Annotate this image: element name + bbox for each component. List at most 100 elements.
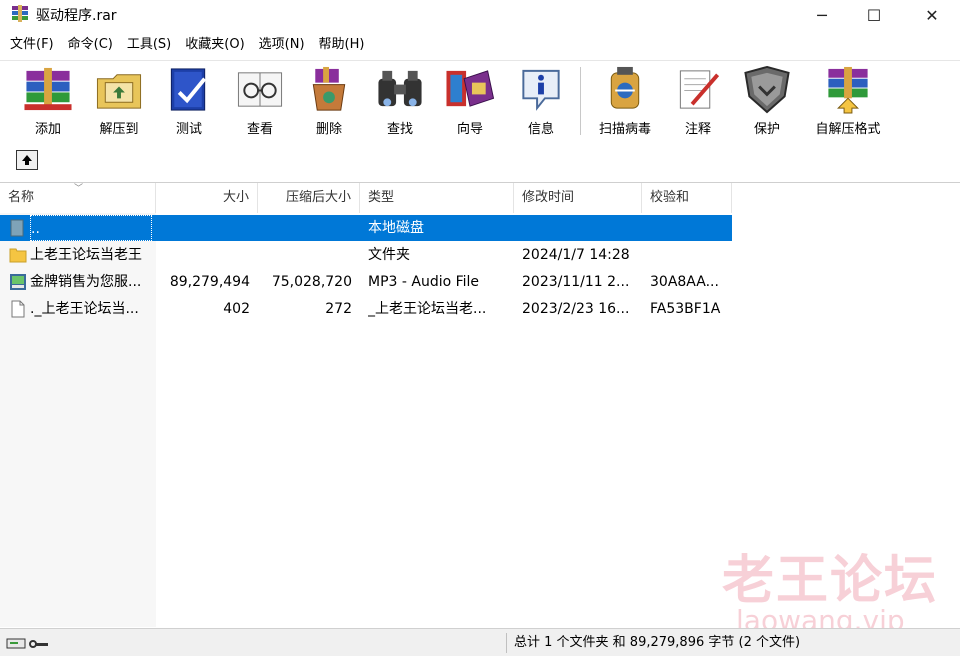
row-type: MP3 - Audio File [368, 274, 480, 290]
drive-key-icon[interactable] [6, 636, 50, 650]
add-books-icon [24, 67, 72, 111]
up-folder-button[interactable] [16, 150, 38, 170]
toolbar-separator [580, 67, 581, 135]
maximize-button[interactable]: ☐ [848, 0, 900, 30]
delete-recycle-icon [312, 66, 346, 111]
row-size: 402 [223, 301, 250, 317]
column-header-packed[interactable]: 压缩后大小 [258, 183, 360, 213]
toolbar-comment-label: 注释 [684, 122, 711, 137]
scan-virus-icon [610, 66, 640, 109]
minimize-icon: ─ [817, 5, 827, 25]
row-crc: 30A8AA... [650, 274, 719, 290]
table-row[interactable]: .. 本地磁盘 [0, 215, 732, 241]
protect-shield-icon [744, 65, 790, 114]
file-icon [11, 300, 25, 318]
table-row[interactable]: 上老王论坛当老王 文件夹 2024/1/7 14:28 [0, 242, 732, 268]
parent-folder-icon [10, 219, 24, 237]
column-header-name[interactable]: ﹀ 名称 [0, 183, 156, 213]
toolbar-info-button[interactable]: 信息 [512, 65, 570, 137]
wizard-icon [446, 70, 495, 107]
toolbar-protect-button[interactable]: 保护 [738, 65, 796, 137]
toolbar: 添加 解压到 测试 查看 删除 查找 向导 信息 扫描病毒 注释 保护 自解压格… [0, 60, 960, 140]
toolbar-sfx-label: 自解压格式 [815, 122, 881, 137]
watermark-title: 老王论坛 [722, 551, 939, 611]
column-header-modified[interactable]: 修改时间 [514, 183, 642, 213]
row-name: ._上老王论坛当... [30, 301, 139, 317]
close-button[interactable]: ✕ [906, 0, 958, 30]
toolbar-scan-virus-label: 扫描病毒 [598, 122, 651, 137]
status-summary: 总计 1 个文件夹 和 89,279,896 字节 (2 个文件) [514, 635, 801, 650]
comment-icon [679, 70, 720, 109]
toolbar-extract-button[interactable]: 解压到 [88, 65, 150, 137]
row-modified: 2024/1/7 14:28 [522, 247, 630, 263]
column-header-packed-label: 压缩后大小 [285, 190, 351, 205]
toolbar-wizard-label: 向导 [456, 122, 483, 137]
toolbar-protect-label: 保护 [753, 122, 780, 137]
column-header-crc[interactable]: 校验和 [642, 183, 732, 213]
sfx-icon [828, 66, 868, 114]
status-bar: 总计 1 个文件夹 和 89,279,896 字节 (2 个文件) [0, 628, 960, 656]
row-name: 上老王论坛当老王 [30, 247, 142, 263]
toolbar-delete-button[interactable]: 删除 [300, 65, 358, 137]
row-packed: 272 [325, 301, 352, 317]
row-modified: 2023/2/23 16... [522, 301, 630, 317]
column-header-type[interactable]: 类型 [360, 183, 514, 213]
audio-file-icon [10, 274, 26, 290]
toolbar-test-button[interactable]: 测试 [160, 65, 218, 137]
title-bar: 驱动程序.rar ─ ☐ ✕ [0, 0, 960, 30]
toolbar-sfx-button[interactable]: 自解压格式 [806, 65, 890, 137]
toolbar-add-button[interactable]: 添加 [18, 65, 78, 137]
window-title: 驱动程序.rar [36, 8, 117, 24]
row-name: .. [30, 215, 152, 241]
toolbar-find-button[interactable]: 查找 [370, 65, 430, 137]
winrar-app-icon[interactable] [10, 4, 30, 24]
column-header-name-label: 名称 [8, 190, 35, 205]
menu-file[interactable]: 文件(F) [4, 32, 60, 58]
toolbar-info-label: 信息 [527, 122, 554, 137]
toolbar-add-label: 添加 [34, 122, 61, 137]
menu-favorites[interactable]: 收藏夹(O) [179, 32, 250, 58]
menu-help[interactable]: 帮助(H) [313, 32, 371, 58]
table-row[interactable]: ._上老王论坛当... 402 272 _上老王论坛当老... 2023/2/2… [0, 296, 732, 322]
minimize-button[interactable]: ─ [796, 0, 848, 30]
toolbar-scan-virus-button[interactable]: 扫描病毒 [590, 65, 660, 137]
menu-options[interactable]: 选项(N) [253, 32, 311, 58]
table-row[interactable]: 金牌销售为您服... 89,279,494 75,028,720 MP3 - A… [0, 269, 732, 295]
toolbar-view-label: 查看 [246, 122, 273, 137]
menu-commands[interactable]: 命令(C) [62, 32, 119, 58]
extract-folder-icon [96, 74, 142, 109]
column-header-size-label: 大小 [222, 190, 249, 205]
view-glasses-icon [237, 72, 283, 107]
toolbar-find-label: 查找 [386, 122, 413, 137]
row-modified: 2023/11/11 2... [522, 274, 630, 290]
row-packed: 75,028,720 [271, 274, 352, 290]
column-header-size[interactable]: 大小 [156, 183, 258, 213]
row-size: 89,279,494 [169, 274, 250, 290]
column-header-row: ﹀ 名称 大小 压缩后大小 类型 修改时间 校验和 [0, 183, 960, 213]
folder-icon [9, 248, 27, 263]
toolbar-extract-label: 解压到 [99, 122, 139, 137]
row-name: 金牌销售为您服... [30, 274, 142, 290]
row-crc: FA53BF1A [650, 301, 721, 317]
menu-tools[interactable]: 工具(S) [121, 32, 177, 58]
menu-bar: 文件(F) 命令(C) 工具(S) 收藏夹(O) 选项(N) 帮助(H) [0, 32, 960, 58]
sort-chevron-icon: ﹀ [74, 184, 84, 194]
toolbar-wizard-button[interactable]: 向导 [440, 65, 500, 137]
column-header-modified-label: 修改时间 [522, 190, 575, 205]
close-icon: ✕ [925, 5, 939, 25]
toolbar-delete-label: 删除 [315, 122, 342, 137]
status-divider [506, 633, 507, 653]
column-header-crc-label: 校验和 [650, 190, 690, 205]
path-bar [0, 142, 960, 180]
toolbar-test-label: 测试 [175, 122, 202, 137]
test-book-icon [170, 68, 207, 111]
row-type: 文件夹 [368, 247, 410, 263]
toolbar-comment-button[interactable]: 注释 [670, 65, 726, 137]
column-header-type-label: 类型 [368, 190, 395, 205]
toolbar-view-button[interactable]: 查看 [230, 65, 290, 137]
row-type: _上老王论坛当老... [368, 301, 487, 317]
row-type: 本地磁盘 [368, 220, 424, 236]
find-binoculars-icon [378, 70, 422, 107]
info-icon [522, 69, 560, 111]
arrow-up-icon [22, 155, 32, 165]
